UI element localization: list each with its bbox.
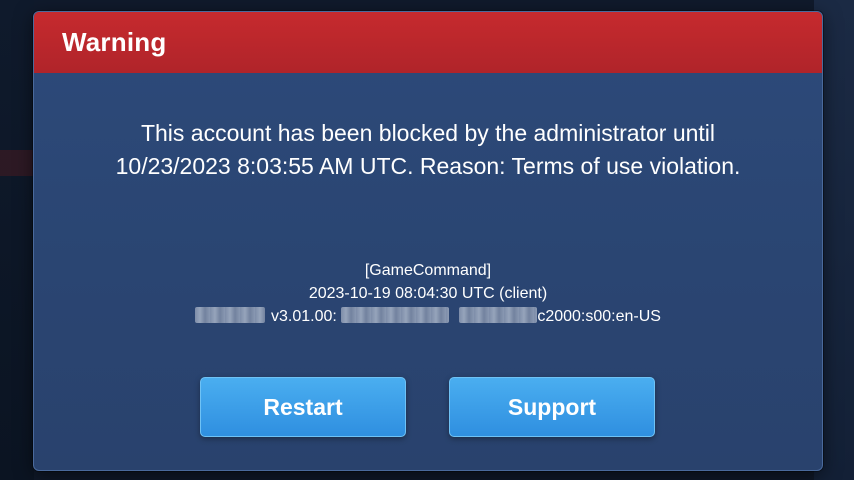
version-prefix: v3.01.00: <box>271 308 337 325</box>
redacted-text <box>195 307 266 323</box>
block-message-line-2: 10/23/2023 8:03:55 AM UTC. Reason: Terms… <box>115 153 741 179</box>
block-message-line-1: This account has been blocked by the adm… <box>140 120 716 146</box>
restart-button[interactable]: Restart <box>200 377 406 437</box>
diagnostic-timestamp: 2023-10-19 08:04:30 UTC (client) <box>308 285 548 302</box>
diagnostic-source: [GameCommand] <box>364 262 492 279</box>
diagnostic-info: [GameCommand] 2023-10-19 08:04:30 UTC (c… <box>74 259 782 328</box>
background-left-band <box>0 150 34 176</box>
background-left-panel <box>0 0 34 480</box>
dialog-header: Warning <box>34 12 822 73</box>
diagnostic-version-line: v3.01.00: c2000:s00:en-US <box>74 305 782 328</box>
support-button[interactable]: Support <box>449 377 655 437</box>
block-message: This account has been blocked by the adm… <box>74 117 782 183</box>
dialog-title: Warning <box>62 27 167 57</box>
redacted-text <box>341 307 450 323</box>
redacted-text <box>459 307 538 323</box>
version-suffix: c2000:s00:en-US <box>537 308 661 325</box>
warning-dialog: Warning This account has been blocked by… <box>33 11 823 471</box>
